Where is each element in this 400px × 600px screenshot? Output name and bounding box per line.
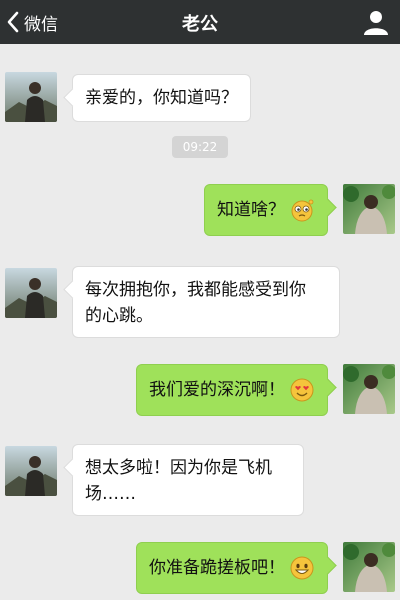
message-text-line: 场…… bbox=[85, 484, 136, 504]
chat-area[interactable]: 亲爱的，你知道吗？ 09:22 知道啥？ 每次拥抱你，我都能感受到你 的心跳。 … bbox=[0, 44, 400, 600]
user-avatar-image bbox=[343, 542, 395, 592]
user-avatar[interactable] bbox=[343, 364, 395, 414]
contact-avatar[interactable] bbox=[5, 268, 57, 318]
message-bubble-outgoing[interactable]: 知道啥？ bbox=[204, 184, 337, 236]
message-row-incoming: 每次拥抱你，我都能感受到你 的心跳。 bbox=[0, 266, 400, 342]
message-row-incoming: 亲爱的，你知道吗？ bbox=[0, 72, 400, 128]
message-text: 我们爱的深沉啊！ bbox=[149, 380, 285, 400]
grinning-face-icon bbox=[290, 556, 314, 580]
message-row-incoming: 想太多啦！因为你是飞机 场…… bbox=[0, 444, 400, 520]
thinking-face-icon bbox=[291, 199, 314, 222]
contact-avatar-image bbox=[5, 268, 57, 318]
top-bar: 微信 老公 bbox=[0, 0, 400, 44]
message-text-line: 想太多啦！因为你是飞机 bbox=[85, 458, 272, 478]
message-text: 亲爱的，你知道吗？ bbox=[85, 88, 238, 108]
contact-avatar[interactable] bbox=[5, 446, 57, 496]
contact-avatar-image bbox=[5, 446, 57, 496]
contact-avatar[interactable] bbox=[5, 72, 57, 122]
message-text: 知道啥？ bbox=[217, 200, 285, 220]
chat-title: 老公 bbox=[182, 14, 218, 35]
message-bubble-incoming[interactable]: 想太多啦！因为你是飞机 场…… bbox=[63, 444, 304, 516]
message-text-line: 的心跳。 bbox=[85, 306, 153, 326]
message-bubble-outgoing[interactable]: 我们爱的深沉啊！ bbox=[136, 364, 337, 416]
message-row-outgoing: 知道啥？ bbox=[0, 184, 400, 240]
timestamp: 09:22 bbox=[172, 136, 228, 158]
message-bubble-incoming[interactable]: 每次拥抱你，我都能感受到你 的心跳。 bbox=[63, 266, 340, 338]
message-text: 你准备跪搓板吧！ bbox=[149, 558, 285, 578]
user-avatar[interactable] bbox=[343, 184, 395, 234]
user-avatar-image bbox=[343, 364, 395, 414]
heart-eyes-face-icon bbox=[290, 378, 314, 402]
person-icon[interactable] bbox=[362, 8, 390, 36]
message-row-outgoing: 我们爱的深沉啊！ bbox=[0, 364, 400, 420]
message-row-outgoing: 你准备跪搓板吧！ bbox=[0, 542, 400, 598]
user-avatar[interactable] bbox=[343, 542, 395, 592]
message-text-line: 每次拥抱你，我都能感受到你 bbox=[85, 280, 306, 300]
message-bubble-incoming[interactable]: 亲爱的，你知道吗？ bbox=[63, 74, 251, 122]
user-avatar-image bbox=[343, 184, 395, 234]
contact-avatar-image bbox=[5, 72, 57, 122]
message-bubble-outgoing[interactable]: 你准备跪搓板吧！ bbox=[136, 542, 337, 594]
